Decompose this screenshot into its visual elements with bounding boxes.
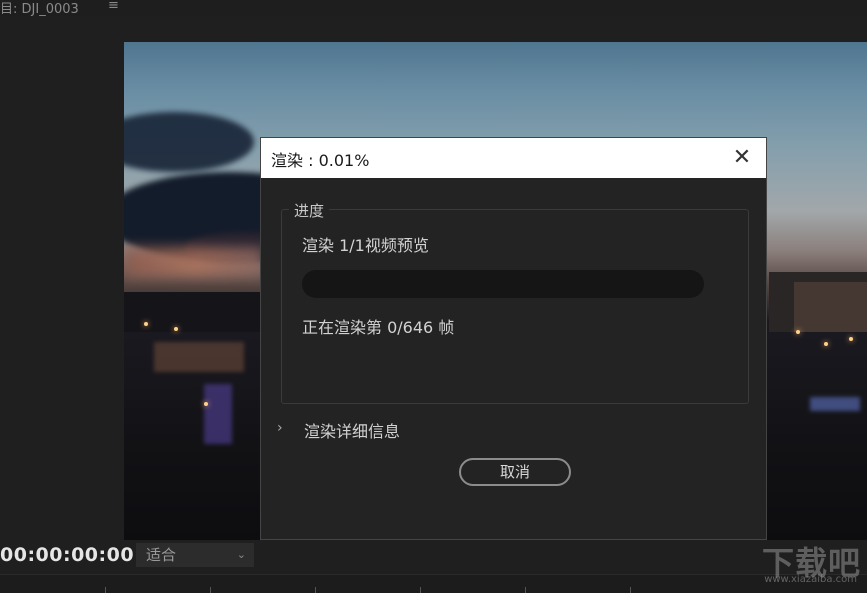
city-light — [849, 337, 853, 341]
water-reflection — [204, 384, 232, 444]
ruler-tick — [630, 587, 631, 593]
progress-group-label: 进度 — [289, 200, 329, 221]
city-light — [824, 342, 828, 346]
render-details-label: 渲染详细信息 — [304, 418, 400, 442]
dialog-titlebar: 渲染 : 0.01% ✕ — [261, 138, 766, 178]
cloud — [124, 112, 254, 172]
water-reflection — [154, 342, 244, 372]
chevron-right-icon: › — [277, 420, 283, 436]
close-button[interactable]: ✕ — [728, 144, 756, 172]
fit-dropdown-label: 适合 — [146, 546, 176, 564]
chevron-down-icon: ⌄ — [237, 543, 246, 567]
sunset-glow — [124, 247, 264, 277]
dialog-title: 渲染 : 0.01% — [271, 147, 369, 171]
render-status-text: 渲染 1/1视频预览 — [302, 232, 429, 256]
sequence-header: 目: DJI_0003 ≡ — [0, 0, 867, 16]
fit-dropdown[interactable]: 适合 ⌄ — [136, 543, 254, 567]
timecode-display[interactable]: 00:00:00:00 — [0, 544, 134, 566]
render-progress-dialog: 渲染 : 0.01% ✕ 进度 渲染 1/1视频预览 正在渲染第 0/646 帧… — [260, 137, 767, 540]
water-reflection — [810, 397, 860, 411]
progress-bar — [302, 270, 704, 298]
ruler-tick — [210, 587, 211, 593]
city-light — [796, 330, 800, 334]
city-light — [174, 327, 178, 331]
close-icon: ✕ — [733, 145, 751, 170]
cancel-button[interactable]: 取消 — [459, 458, 571, 486]
watermark-url: www.xiazaiba.com — [764, 574, 857, 585]
ruler-tick — [315, 587, 316, 593]
left-panel — [0, 16, 124, 540]
city-light — [144, 322, 148, 326]
city-light — [204, 402, 208, 406]
skyline-left — [124, 292, 264, 332]
frame-status-text: 正在渲染第 0/646 帧 — [302, 314, 454, 338]
sequence-title: 目: DJI_0003 — [0, 0, 79, 17]
ruler-tick — [420, 587, 421, 593]
ruler-tick — [105, 587, 106, 593]
timeline-ruler[interactable] — [0, 574, 867, 593]
hamburger-icon[interactable]: ≡ — [108, 0, 119, 13]
ruler-tick — [525, 587, 526, 593]
